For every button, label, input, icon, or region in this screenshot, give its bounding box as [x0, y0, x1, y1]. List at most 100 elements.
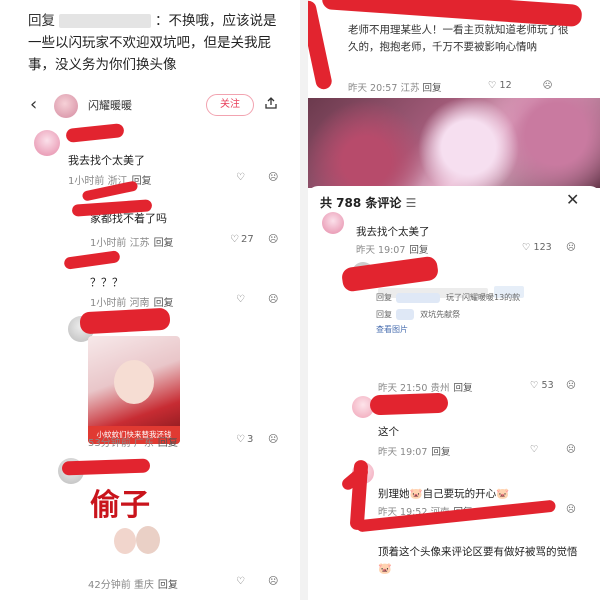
- heart-icon: ♡: [530, 380, 542, 391]
- dislike-icon[interactable]: ☹: [566, 444, 576, 455]
- like-control[interactable]: ♡ 123: [522, 242, 552, 253]
- heart-icon: ♡: [236, 434, 245, 445]
- comment-time: 42分钟前: [88, 580, 131, 591]
- comment-text-part: 别理她: [378, 488, 410, 500]
- comment-text: 我去找个太美了: [356, 226, 430, 238]
- pig-emoji-icon: 🐷: [378, 562, 392, 575]
- reply-link[interactable]: 回复: [409, 245, 428, 256]
- heart-icon[interactable]: ♡: [236, 172, 245, 183]
- red-censor-mark: [61, 458, 151, 476]
- comment-meta: 53分钟前 广东 回复: [88, 434, 178, 449]
- comment-time: 1小时前: [90, 238, 127, 249]
- commenter-avatar[interactable]: [34, 130, 60, 156]
- sticker-face: [114, 360, 154, 404]
- heart-icon[interactable]: ♡: [236, 294, 245, 305]
- comment-sticker-image[interactable]: 小蚊蚊们快来替我还钱: [88, 336, 180, 444]
- reply-link[interactable]: 回复: [453, 383, 472, 394]
- dislike-icon[interactable]: ☹: [566, 504, 576, 515]
- comment-text: 这个: [378, 426, 399, 438]
- comment-time: 昨天 21:50: [378, 383, 428, 394]
- share-icon[interactable]: [264, 96, 278, 110]
- comment-time: 昨天 20:57: [348, 83, 398, 94]
- sticker-face: [136, 526, 160, 554]
- dislike-icon[interactable]: ☹: [268, 434, 278, 445]
- comment-location: 江苏: [129, 238, 150, 249]
- nested-reply-label: 回复: [376, 293, 392, 302]
- commenter-avatar[interactable]: [322, 212, 344, 234]
- pig-emoji-icon: 🐷: [409, 488, 423, 500]
- reply-link[interactable]: 回复: [431, 447, 450, 458]
- like-control[interactable]: ♡ 12: [488, 80, 512, 91]
- heart-icon[interactable]: ♡: [236, 576, 245, 587]
- dislike-icon[interactable]: ☹: [566, 380, 576, 391]
- reply-link[interactable]: 回复: [158, 438, 178, 449]
- comment-time: 1小时前: [90, 298, 127, 309]
- nested-reply-label: 回复: [376, 310, 392, 319]
- comment-text: 我去找个太美了: [68, 154, 145, 167]
- blurred-pill: [396, 292, 440, 303]
- nested-reply-text: 玩了闪耀暖暖13的款: [446, 293, 521, 302]
- top-comment-meta: 昨天 20:57 江苏 回复: [348, 80, 442, 94]
- reply-link[interactable]: 回复: [154, 238, 174, 249]
- follow-button[interactable]: 关注: [206, 94, 254, 116]
- like-control[interactable]: ♡ 3: [236, 434, 253, 445]
- left-screenshot: 回复 ：不换哦，应该说是一些以闪玩家不欢迎双坑吧，但是关我屁事，没义务为你们换头像…: [0, 0, 300, 600]
- comment-count-title: 共 788 条评论 ☰: [320, 194, 416, 211]
- comment-time: 昨天 19:07: [356, 245, 406, 256]
- heart-icon: ♡: [522, 242, 534, 253]
- dislike-icon[interactable]: ☹: [268, 576, 278, 587]
- heart-icon: ♡: [488, 80, 500, 91]
- dislike-icon[interactable]: ☹: [268, 294, 278, 305]
- comment-count-text: 共 788 条评论: [320, 196, 402, 210]
- dislike-icon[interactable]: ☹: [268, 172, 278, 183]
- comment-time: 1小时前: [68, 176, 105, 187]
- comment-meta: 42分钟前 重庆 回复: [88, 576, 178, 591]
- comment-location: 江苏: [400, 83, 420, 94]
- heart-icon[interactable]: ♡: [530, 444, 539, 455]
- sort-icon[interactable]: ☰: [406, 196, 417, 210]
- like-control[interactable]: ♡ 53: [530, 380, 554, 391]
- author-avatar[interactable]: [54, 94, 78, 118]
- top-comment-actions: ♡ 12 ☹: [488, 80, 553, 91]
- red-censor-mark: [79, 307, 171, 335]
- view-image-link[interactable]: 查看图片: [376, 324, 576, 335]
- author-name[interactable]: 闪耀暖暖: [88, 97, 132, 113]
- comment-text-part: 自己要玩的开心: [422, 488, 497, 500]
- comment-text: 别理她🐷自己要玩的开心🐷: [378, 486, 509, 501]
- comment-text: ？？？: [90, 276, 123, 289]
- game-scene-image: [308, 98, 600, 188]
- comment-meta: 1小时前 河南 回复: [90, 294, 174, 309]
- like-control[interactable]: ♡ 27: [230, 234, 254, 245]
- comment-sheet: 共 788 条评论 ☰ ✕ 我去找个太美了 昨天 19:07 回复 ♡ 123 ☹…: [308, 186, 600, 600]
- reply-link[interactable]: 回复: [422, 83, 441, 94]
- red-censor-mark: [65, 123, 125, 143]
- comment-meta: 昨天 19:07 回复: [378, 444, 450, 458]
- reply-comment-text: 回复 ：不换哦，应该说是一些以闪玩家不欢迎双坑吧，但是关我屁事，没义务为你们换头像: [28, 10, 286, 76]
- comment-meta: 1小时前 江苏 回复: [90, 234, 174, 249]
- like-count: 3: [246, 434, 254, 445]
- reply-link[interactable]: 回复: [158, 580, 178, 591]
- post-header: ‹ 闪耀暖暖 关注: [0, 94, 300, 118]
- pig-emoji-icon: 🐷: [496, 488, 510, 500]
- dislike-icon[interactable]: ☹: [543, 80, 553, 91]
- red-censor-mark: [369, 392, 449, 416]
- close-icon[interactable]: ✕: [566, 190, 579, 209]
- comment-sticker-image[interactable]: 偷子: [86, 478, 182, 574]
- nested-reply-row: 回复 玩了闪耀暖暖13的款: [376, 292, 576, 303]
- nested-reply: 回复 玩了闪耀暖暖13的款 回复 双坑先献祭 查看图片: [376, 292, 576, 335]
- red-censor-mark: [308, 0, 334, 91]
- dislike-icon[interactable]: ☹: [566, 242, 576, 253]
- comment-location: 广东: [133, 438, 154, 449]
- sticker-face: [114, 528, 136, 554]
- nested-reply-row: 回复 双坑先献祭: [376, 309, 576, 320]
- back-arrow-icon[interactable]: ‹: [30, 94, 37, 115]
- comment-location: 重庆: [133, 580, 154, 591]
- like-count: 27: [240, 234, 254, 245]
- comment-location: 河南: [129, 298, 150, 309]
- comment-text: 顶着这个头像来评论区要有做好被骂的觉悟: [378, 546, 578, 558]
- blurred-pill: [396, 309, 415, 320]
- nested-reply-text: 双坑先献祭: [420, 310, 461, 319]
- like-count: 123: [533, 242, 552, 253]
- top-comment-text: 老师不用理某些人！一看主页就知道老师玩了很久的，抱抱老师，千万不要被影响心情呐: [348, 24, 569, 53]
- dislike-icon[interactable]: ☹: [268, 234, 278, 245]
